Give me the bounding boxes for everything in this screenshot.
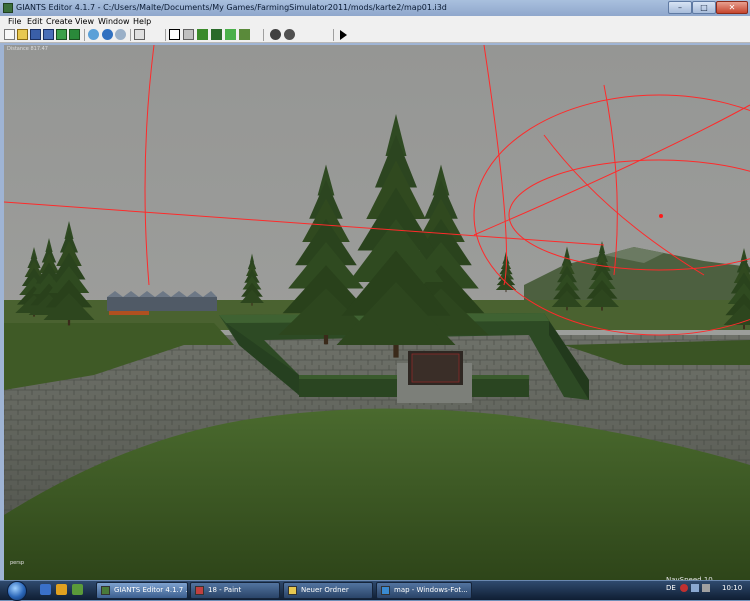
scene-render[interactable] [4,45,750,580]
refresh-icon[interactable] [88,29,99,40]
paint-task-icon [195,586,204,595]
terrain-tool-icon[interactable] [239,29,250,40]
browser-icon[interactable] [56,584,67,595]
redo-icon[interactable] [115,29,126,40]
viewport-camera-label: persp [10,560,25,566]
window-title: GIANTS Editor 4.1.7 - C:/Users/Malte/Doc… [16,3,447,12]
play-icon[interactable] [340,30,347,40]
snap-icon[interactable] [284,29,295,40]
explorer-icon[interactable] [72,584,83,595]
task-giants-editor[interactable]: GIANTS Editor 4.1.7 ... [96,582,188,599]
giants-task-icon [101,586,110,595]
foliage-paint-icon[interactable] [211,29,222,40]
import-icon[interactable] [56,29,67,40]
menu-bar: File Edit Create View Window Help [0,16,750,27]
select-icon[interactable] [134,29,145,40]
light-gizmo-center[interactable] [659,214,663,218]
new-icon[interactable] [4,29,15,40]
giants-app-icon [3,3,13,13]
photo-viewer-task-icon [381,586,390,595]
menu-window[interactable]: Window [98,17,130,26]
menu-help[interactable]: Help [133,17,151,26]
menu-create[interactable]: Create [46,17,73,26]
show-desktop-icon[interactable] [40,584,51,595]
task-neuer-ordner[interactable]: Neuer Ordner [283,582,373,599]
title-bar[interactable]: GIANTS Editor 4.1.7 - C:/Users/Malte/Doc… [0,0,750,16]
close-button[interactable]: ✕ [716,1,748,14]
menu-view[interactable]: View [75,17,94,26]
minimize-button[interactable]: – [668,1,692,14]
export-icon[interactable] [69,29,80,40]
clock[interactable]: 10:10 [722,584,742,592]
terrain-sculpt-icon[interactable] [183,29,194,40]
network-icon[interactable] [691,584,699,592]
open-icon[interactable] [17,29,28,40]
start-button[interactable] [7,581,27,601]
toolbar [0,27,750,43]
sign-board [397,351,472,403]
undo-icon[interactable] [102,29,113,40]
terrain-paint-icon[interactable] [197,29,208,40]
language-indicator[interactable]: DE [666,584,676,592]
task-windows-fotoanzeige[interactable]: map - Windows-Fot... [376,582,472,599]
3d-viewport[interactable]: Distance 817.47 [4,45,750,580]
move-icon[interactable] [169,29,180,40]
grid-icon[interactable] [270,29,281,40]
distance-readout: Distance 817.47 [7,46,48,52]
antivirus-icon[interactable] [680,584,688,592]
system-tray: DE 10:10 [664,582,750,599]
menu-edit[interactable]: Edit [27,17,43,26]
menu-file[interactable]: File [8,17,21,26]
task-paint[interactable]: 18 - Paint [190,582,280,599]
folder-task-icon [288,586,297,595]
save-icon[interactable] [30,29,41,40]
foliage-erase-icon[interactable] [225,29,236,40]
editor-window: GIANTS Editor 4.1.7 - C:/Users/Malte/Doc… [0,0,750,584]
maximize-button[interactable]: □ [692,1,716,14]
save-as-icon[interactable] [43,29,54,40]
volume-icon[interactable] [702,584,710,592]
